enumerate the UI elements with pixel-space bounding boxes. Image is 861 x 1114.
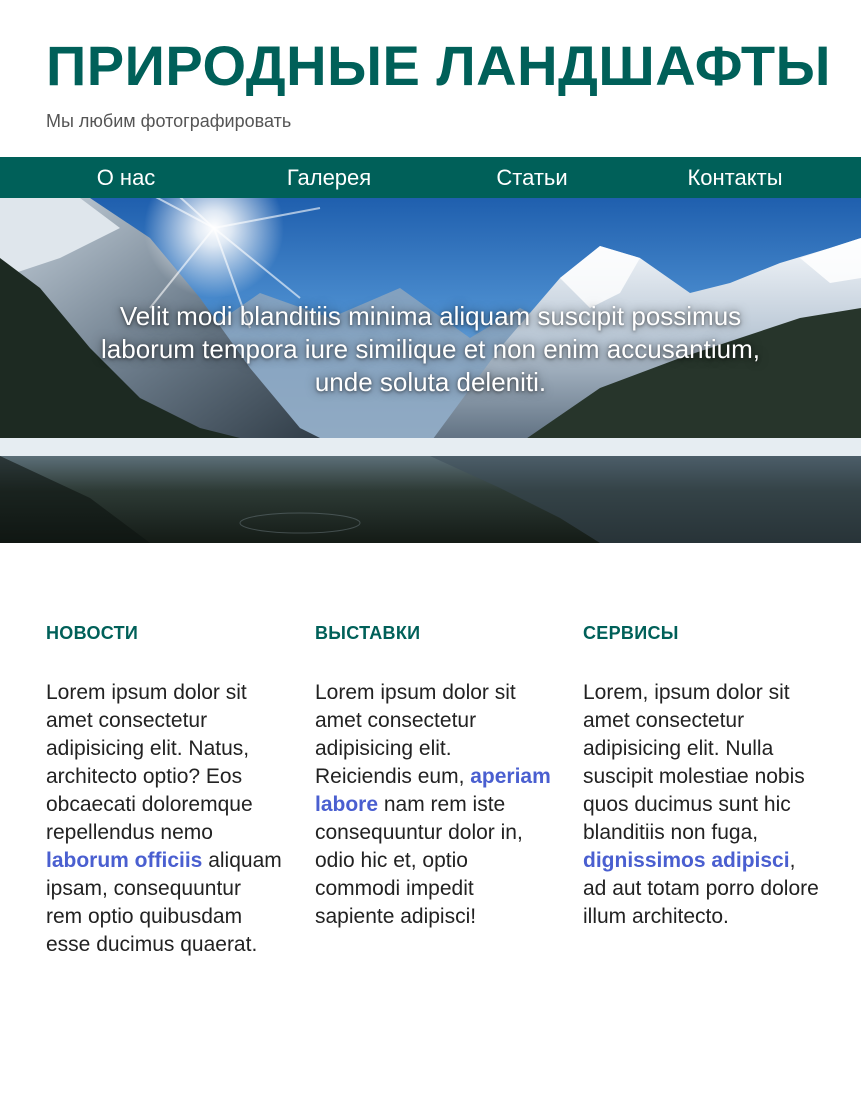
services-inline-link[interactable]: dignissimos adipisci [583, 849, 790, 872]
site-title: ПРИРОДНЫЕ ЛАНДШАФТЫ [46, 34, 831, 97]
column-heading-services: СЕРВИСЫ [583, 623, 679, 643]
nav-link-articles[interactable]: Статьи [496, 157, 567, 198]
nav-link-about[interactable]: О нас [97, 157, 156, 198]
column-text-part: Lorem ipsum dolor sit amet consectetur a… [46, 681, 253, 844]
main-nav: О нас Галерея Статьи Контакты [0, 157, 861, 198]
column-heading-exhibitions: ВЫСТАВКИ [315, 623, 421, 643]
site-tagline: Мы любим фотографировать [46, 111, 292, 131]
site-header: ПРИРОДНЫЕ ЛАНДШАФТЫ Мы любим фотографиро… [0, 0, 861, 132]
column-exhibitions: ВЫСТАВКИ Lorem ipsum dolor sit amet cons… [315, 622, 551, 931]
news-inline-link[interactable]: laborum officiis [46, 849, 202, 872]
nav-link-contacts[interactable]: Контакты [687, 157, 782, 198]
column-text-news: Lorem ipsum dolor sit amet consectetur a… [46, 679, 282, 959]
column-text-part: Lorem, ipsum dolor sit amet consectetur … [583, 681, 805, 844]
column-text-exhibitions: Lorem ipsum dolor sit amet consectetur a… [315, 679, 551, 931]
hero-text: Velit modi blanditiis minima aliquam sus… [101, 301, 760, 397]
hero-banner: Velit modi blanditiis minima aliquam sus… [0, 198, 861, 543]
column-services: СЕРВИСЫ Lorem, ipsum dolor sit amet cons… [583, 622, 819, 931]
column-text-services: Lorem, ipsum dolor sit amet consectetur … [583, 679, 819, 931]
column-news: НОВОСТИ Lorem ipsum dolor sit amet conse… [46, 622, 282, 959]
nav-link-gallery[interactable]: Галерея [287, 157, 371, 198]
column-heading-news: НОВОСТИ [46, 623, 139, 643]
